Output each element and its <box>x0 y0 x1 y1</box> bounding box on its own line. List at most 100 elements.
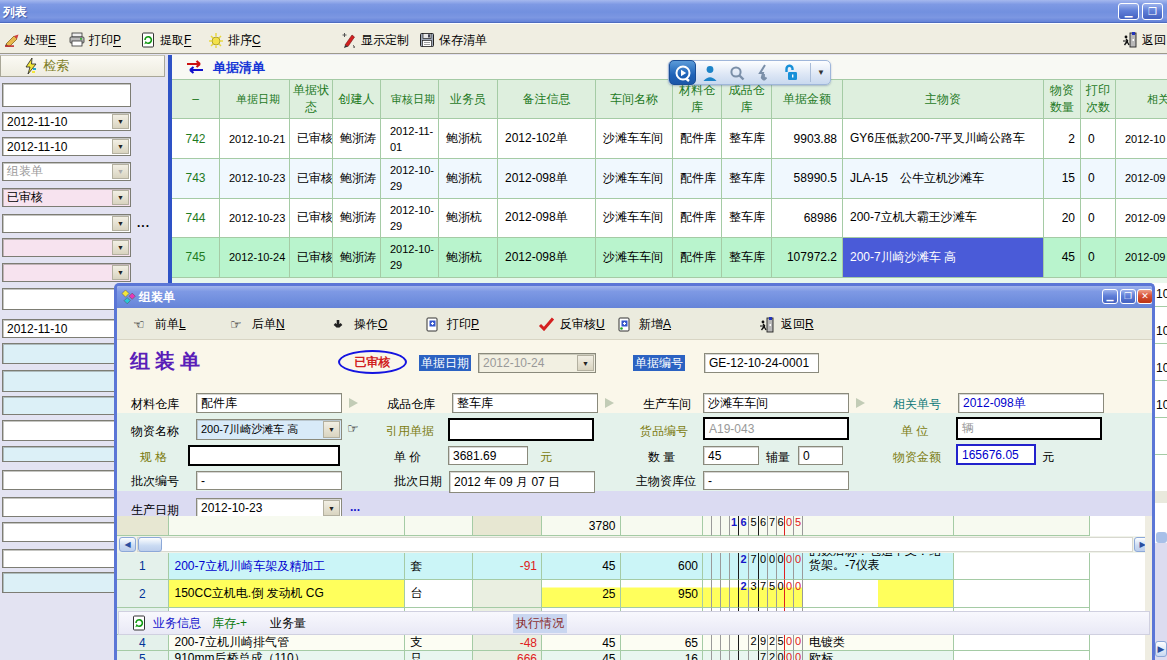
search-button[interactable] <box>723 60 750 85</box>
search-field-5[interactable]: 已审核▼ <box>2 188 131 207</box>
dropdown-arrow-icon[interactable]: ▼ <box>112 114 129 129</box>
table-cell[interactable]: 2012-09 <box>1116 238 1167 278</box>
table-cell[interactable]: 2012-10-29 <box>381 159 439 199</box>
detail-cell[interactable]: 1 <box>117 553 169 580</box>
detail-cell[interactable]: 套 <box>405 553 474 580</box>
location-input[interactable]: - <box>703 471 849 490</box>
toolbar-button-5[interactable]: 显示定制 <box>341 31 409 49</box>
table-cell[interactable]: 15 <box>1044 159 1081 199</box>
dropdown-arrow-icon[interactable]: ▼ <box>112 190 129 205</box>
search-field-14[interactable] <box>2 420 131 441</box>
detail-cell[interactable]: 150CC立机电.倒 发动机 CG <box>169 580 405 608</box>
detail-cell[interactable] <box>954 516 1090 536</box>
detail-cell[interactable]: 950 <box>621 580 704 608</box>
aux-input[interactable]: 0 <box>798 446 843 465</box>
table-cell[interactable]: 鲍浙杭 <box>439 119 498 159</box>
table-cell[interactable]: GY6压低款200-7平叉川崎公路车 <box>843 119 1044 159</box>
search-field-16[interactable] <box>2 470 131 490</box>
table-cell[interactable]: 沙滩车车间 <box>596 199 673 239</box>
table-cell[interactable]: 配件库 <box>673 238 722 278</box>
toolbar-button-4[interactable]: 排序C <box>208 31 261 49</box>
detail-cell[interactable]: 支 <box>405 635 474 651</box>
search-field-13[interactable] <box>2 396 131 415</box>
user-button[interactable] <box>696 60 723 85</box>
column-header[interactable]: 单据状态 <box>290 79 333 119</box>
price-input[interactable]: 3681.69 <box>448 446 528 465</box>
dropdown-arrow-icon[interactable]: ▼ <box>323 500 340 516</box>
return-button[interactable]: 返回 <box>1122 31 1166 49</box>
toolbar-button-1[interactable]: 处理E <box>4 31 56 49</box>
search-header[interactable]: 检索 <box>0 55 165 77</box>
table-cell[interactable]: 0 <box>1081 238 1116 278</box>
table-cell[interactable]: 沙滩车车间 <box>596 119 673 159</box>
column-header[interactable]: 业务员 <box>439 79 498 119</box>
dialog-minimize-button[interactable]: ▁ <box>1102 289 1118 304</box>
detail-cell[interactable]: 666 <box>473 651 542 660</box>
item-name-select[interactable]: 200-7川崎沙滩车 高▼ <box>196 419 342 440</box>
detail-cell[interactable] <box>117 516 169 536</box>
search-field-6[interactable]: ▼ <box>2 214 131 233</box>
detail-cell[interactable]: 45 <box>542 651 621 660</box>
table-cell[interactable]: 鲍浙杭 <box>439 159 498 199</box>
table-cell[interactable]: 鲍浙杭 <box>439 238 498 278</box>
detail-cell[interactable]: 200-7立机川崎车架及精加工 <box>169 553 405 580</box>
dropdown-arrow-icon[interactable]: ▼ <box>112 216 129 231</box>
table-cell[interactable]: 鲍浙涛 <box>333 119 381 159</box>
table-cell[interactable]: 配件库 <box>673 159 722 199</box>
search-field-2[interactable]: 2012-11-10▼ <box>2 112 131 131</box>
detail-cell[interactable]: 200-7立机川崎排气管 <box>169 635 405 651</box>
dropdown-arrow-icon[interactable]: ▼ <box>112 265 129 280</box>
detail-cell[interactable]: 电镀类 <box>803 635 954 651</box>
bottom-bar-tab-3[interactable]: 业务量 <box>270 615 306 632</box>
search-field-4[interactable]: 组装单▼ <box>2 162 131 181</box>
minimize-button[interactable]: ▁ <box>1118 3 1139 20</box>
more-options-dots[interactable]: ... <box>350 500 360 514</box>
table-cell[interactable]: 2012-10-23 <box>220 159 290 199</box>
table-cell[interactable]: 已审核 <box>290 199 333 239</box>
search-field-15[interactable] <box>2 446 131 462</box>
column-header[interactable]: 创建人 <box>333 79 381 119</box>
dropdown-arrow-icon[interactable]: ▼ <box>577 355 594 371</box>
search-field-8[interactable]: ▼ <box>2 263 131 282</box>
dialog-close-button[interactable]: ✕ <box>1137 289 1153 304</box>
search-field-12[interactable] <box>2 370 131 392</box>
table-cell[interactable]: 200-7立机大霸王沙滩车 <box>843 199 1044 239</box>
search-field-1[interactable] <box>2 83 131 107</box>
bottom-bar-tab-2[interactable]: 库存-+ <box>212 615 247 632</box>
column-header[interactable]: – <box>172 79 220 119</box>
detail-cell[interactable]: -91 <box>473 553 542 580</box>
table-cell[interactable]: 鲍浙涛 <box>333 159 381 199</box>
table-cell[interactable]: 已审核 <box>290 119 333 159</box>
table-cell[interactable]: 107972.2 <box>772 238 843 278</box>
search-field-7[interactable]: ▼ <box>2 238 131 257</box>
dialog-toolbar-button-5[interactable]: 反审核U <box>538 316 605 333</box>
ref-doc-input[interactable] <box>448 418 594 441</box>
table-cell[interactable]: 沙滩车车间 <box>596 238 673 278</box>
workshop-input[interactable]: 沙滩车车间 <box>703 393 849 413</box>
bottom-bar-tab-1[interactable]: 业务信息 <box>153 615 201 632</box>
table-cell[interactable]: 742 <box>172 119 220 159</box>
detail-cell[interactable]: 2 <box>117 580 169 608</box>
detail-cell[interactable]: 45 <box>542 635 621 651</box>
table-cell[interactable]: 58990.5 <box>772 159 843 199</box>
column-header[interactable]: 材料仓库 <box>673 79 722 119</box>
detail-cell[interactable] <box>954 580 1090 608</box>
table-cell[interactable]: 2012-10-29 <box>381 199 439 239</box>
detail-cell[interactable] <box>405 516 474 536</box>
table-cell[interactable]: 鲍浙涛 <box>333 238 381 278</box>
toolbar-button-3[interactable]: 提取F <box>140 31 191 49</box>
qty-input[interactable]: 45 <box>703 446 759 465</box>
table-cell[interactable]: 整车库 <box>722 119 772 159</box>
table-cell[interactable]: 2012-10-29 <box>381 238 439 278</box>
column-header[interactable]: 物资数量 <box>1044 79 1081 119</box>
column-header[interactable]: 车间名称 <box>596 79 673 119</box>
bottom-bar-tab-4[interactable]: 执行情况 <box>513 614 567 633</box>
batch-date-input[interactable]: 2012 年 09 月 07 日 <box>449 471 595 493</box>
detail-cell[interactable] <box>803 580 954 608</box>
column-header[interactable]: 备注信息 <box>498 79 596 119</box>
table-cell[interactable]: 已审核 <box>290 159 333 199</box>
detail-cell[interactable]: 的数后标：包适中支：结货架。-7仪表 <box>803 553 954 580</box>
table-cell[interactable]: 0 <box>1081 199 1116 239</box>
detail-cell[interactable]: 600 <box>621 553 704 580</box>
dropdown-arrow-icon[interactable]: ▼ <box>112 139 129 154</box>
